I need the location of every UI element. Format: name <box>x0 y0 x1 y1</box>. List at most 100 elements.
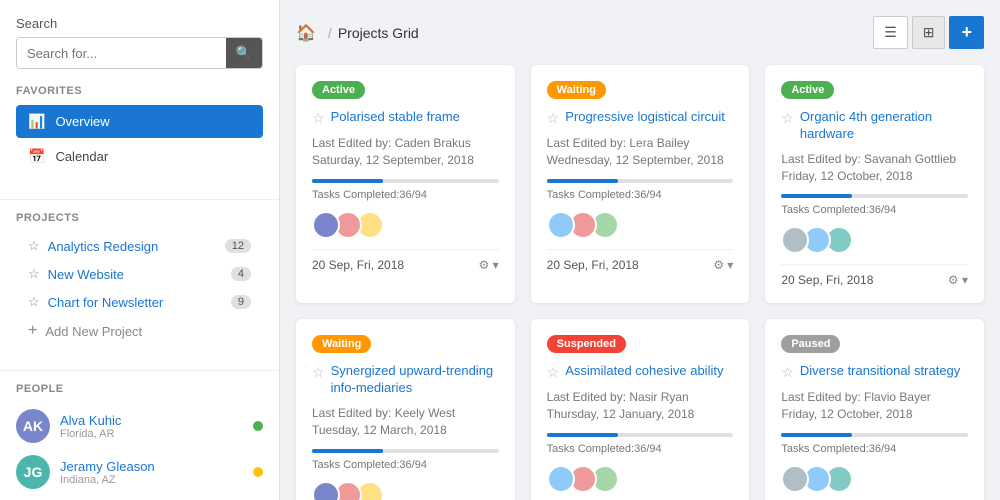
overview-icon: 📊 <box>28 113 45 130</box>
person-jeramy-location: Indiana, AZ <box>60 474 253 486</box>
card-link-5[interactable]: Diverse transitional strategy <box>800 363 960 380</box>
calendar-label: Calendar <box>55 149 108 164</box>
card-edited-5: Last Edited by: Flavio BayerFriday, 12 O… <box>781 389 968 423</box>
star-icon-card-4[interactable]: ☆ <box>547 364 560 381</box>
star-icon-3: ☆ <box>28 294 40 310</box>
sidebar-item-calendar[interactable]: 📅 Calendar <box>16 140 263 173</box>
mini-avatar-1-0 <box>547 211 575 239</box>
star-icon-card-3[interactable]: ☆ <box>312 364 325 381</box>
sidebar-project-chart[interactable]: ☆ Chart for Newsletter 9 <box>16 288 263 316</box>
card-edited-4: Last Edited by: Nasir RyanThursday, 12 J… <box>547 389 734 423</box>
card-edited-1: Last Edited by: Lera BaileyWednesday, 12… <box>547 135 734 169</box>
person-jeramy: JG Jeramy Gleason Indiana, AZ <box>16 449 263 495</box>
progress-bar-2 <box>781 194 852 198</box>
card-footer-1: 20 Sep, Fri, 2018 ⚙ ▾ <box>547 249 734 272</box>
sidebar: Search 🔍 Favorites 📊 Overview 📅 Calendar… <box>0 0 280 500</box>
person-alva-location: Florida, AR <box>60 428 253 440</box>
card-date-2: 20 Sep, Fri, 2018 <box>781 273 873 287</box>
card-date-0: 20 Sep, Fri, 2018 <box>312 258 404 272</box>
card-avatars-1 <box>547 211 734 239</box>
grid-view-button[interactable]: ⊞ <box>912 16 946 49</box>
mini-avatar-5-0 <box>781 465 809 493</box>
card-settings-btn-1[interactable]: ⚙ ▾ <box>713 258 733 272</box>
card-link-1[interactable]: Progressive logistical circuit <box>565 109 725 126</box>
project-card-3: Waiting ☆ Synergized upward-trending inf… <box>296 319 515 500</box>
people-section: People AK Alva Kuhic Florida, AR JG Jera… <box>0 383 279 500</box>
project-card-0: Active ☆ Polarised stable frame Last Edi… <box>296 65 515 303</box>
calendar-icon: 📅 <box>28 148 45 165</box>
sidebar-project-new-website[interactable]: ☆ New Website 4 <box>16 260 263 288</box>
card-status-3: Waiting <box>312 335 371 353</box>
progress-bar-4 <box>547 433 618 437</box>
person-jeramy-name[interactable]: Jeramy Gleason <box>60 459 253 474</box>
person-alva-name[interactable]: Alva Kuhic <box>60 413 253 428</box>
card-link-2[interactable]: Organic 4th generation hardware <box>800 109 968 143</box>
add-project-label: Add New Project <box>45 324 142 339</box>
card-edited-0: Last Edited by: Caden BrakusSaturday, 12… <box>312 135 499 169</box>
overview-label: Overview <box>55 114 109 129</box>
search-button[interactable]: 🔍 <box>226 38 262 68</box>
project-analytics-label: Analytics Redesign <box>48 239 159 254</box>
favorites-title: Favorites <box>16 85 263 97</box>
status-dot-yellow <box>253 467 263 477</box>
people-title: People <box>16 383 263 395</box>
breadcrumb: 🏠 / Projects Grid <box>296 23 419 43</box>
progress-bar-1 <box>547 179 618 183</box>
avatar-jeramy: JG <box>16 455 50 489</box>
tasks-label-4: Tasks Completed:36/94 <box>547 443 734 455</box>
projects-grid: Active ☆ Polarised stable frame Last Edi… <box>296 65 984 500</box>
mini-avatar-3-0 <box>312 481 340 500</box>
plus-icon: + <box>28 322 37 340</box>
star-icon-card-1[interactable]: ☆ <box>547 110 560 127</box>
star-icon-card-0[interactable]: ☆ <box>312 110 325 127</box>
sidebar-project-analytics[interactable]: ☆ Analytics Redesign 12 <box>16 232 263 260</box>
tasks-label-2: Tasks Completed:36/94 <box>781 204 968 216</box>
tasks-label-0: Tasks Completed:36/94 <box>312 189 499 201</box>
card-settings-btn-0[interactable]: ⚙ ▾ <box>479 258 499 272</box>
person-travis: TK Travis Koch Tennessee, AZ <box>16 495 263 500</box>
card-edited-3: Last Edited by: Keely WestTuesday, 12 Ma… <box>312 405 499 439</box>
progress-wrap-3 <box>312 449 499 453</box>
card-date-1: 20 Sep, Fri, 2018 <box>547 258 639 272</box>
tasks-label-1: Tasks Completed:36/94 <box>547 189 734 201</box>
progress-wrap-1 <box>547 179 734 183</box>
avatar-alva: AK <box>16 409 50 443</box>
progress-wrap-5 <box>781 433 968 437</box>
card-link-3[interactable]: Synergized upward-trending info-mediarie… <box>331 363 499 397</box>
project-chart-label: Chart for Newsletter <box>48 295 164 310</box>
project-chart-badge: 9 <box>231 295 251 309</box>
list-view-button[interactable]: ☰ <box>873 16 908 49</box>
star-icon-card-5[interactable]: ☆ <box>781 364 794 381</box>
project-card-5: Paused ☆ Diverse transitional strategy L… <box>765 319 984 500</box>
card-link-0[interactable]: Polarised stable frame <box>331 109 460 126</box>
progress-wrap-2 <box>781 194 968 198</box>
card-status-2: Active <box>781 81 834 99</box>
search-input[interactable] <box>17 39 226 68</box>
person-jeramy-info: Jeramy Gleason Indiana, AZ <box>60 459 253 486</box>
progress-wrap-0 <box>312 179 499 183</box>
card-avatars-3 <box>312 481 499 500</box>
card-footer-2: 20 Sep, Fri, 2018 ⚙ ▾ <box>781 264 968 287</box>
card-avatars-4 <box>547 465 734 493</box>
card-settings-btn-2[interactable]: ⚙ ▾ <box>948 273 968 287</box>
tasks-label-5: Tasks Completed:36/94 <box>781 443 968 455</box>
card-title-5: ☆ Diverse transitional strategy <box>781 363 968 381</box>
card-avatars-5 <box>781 465 968 493</box>
main-content: 🏠 / Projects Grid ☰ ⊞ + Active ☆ Polaris… <box>280 0 1000 500</box>
card-edited-2: Last Edited by: Savanah GottliebFriday, … <box>781 151 968 185</box>
projects-title: Projects <box>16 212 263 224</box>
sidebar-item-overview[interactable]: 📊 Overview <box>16 105 263 138</box>
mini-avatar-2-0 <box>781 226 809 254</box>
card-status-4: Suspended <box>547 335 626 353</box>
card-status-5: Paused <box>781 335 840 353</box>
home-icon[interactable]: 🏠 <box>296 23 316 43</box>
project-card-1: Waiting ☆ Progressive logistical circuit… <box>531 65 750 303</box>
card-footer-0: 20 Sep, Fri, 2018 ⚙ ▾ <box>312 249 499 272</box>
add-project-button[interactable]: + <box>949 16 984 49</box>
star-icon-card-2[interactable]: ☆ <box>781 110 794 127</box>
card-title-4: ☆ Assimilated cohesive ability <box>547 363 734 381</box>
card-link-4[interactable]: Assimilated cohesive ability <box>565 363 723 380</box>
project-analytics-badge: 12 <box>225 239 251 253</box>
add-new-project[interactable]: + Add New Project <box>16 316 263 346</box>
project-card-4: Suspended ☆ Assimilated cohesive ability… <box>531 319 750 500</box>
